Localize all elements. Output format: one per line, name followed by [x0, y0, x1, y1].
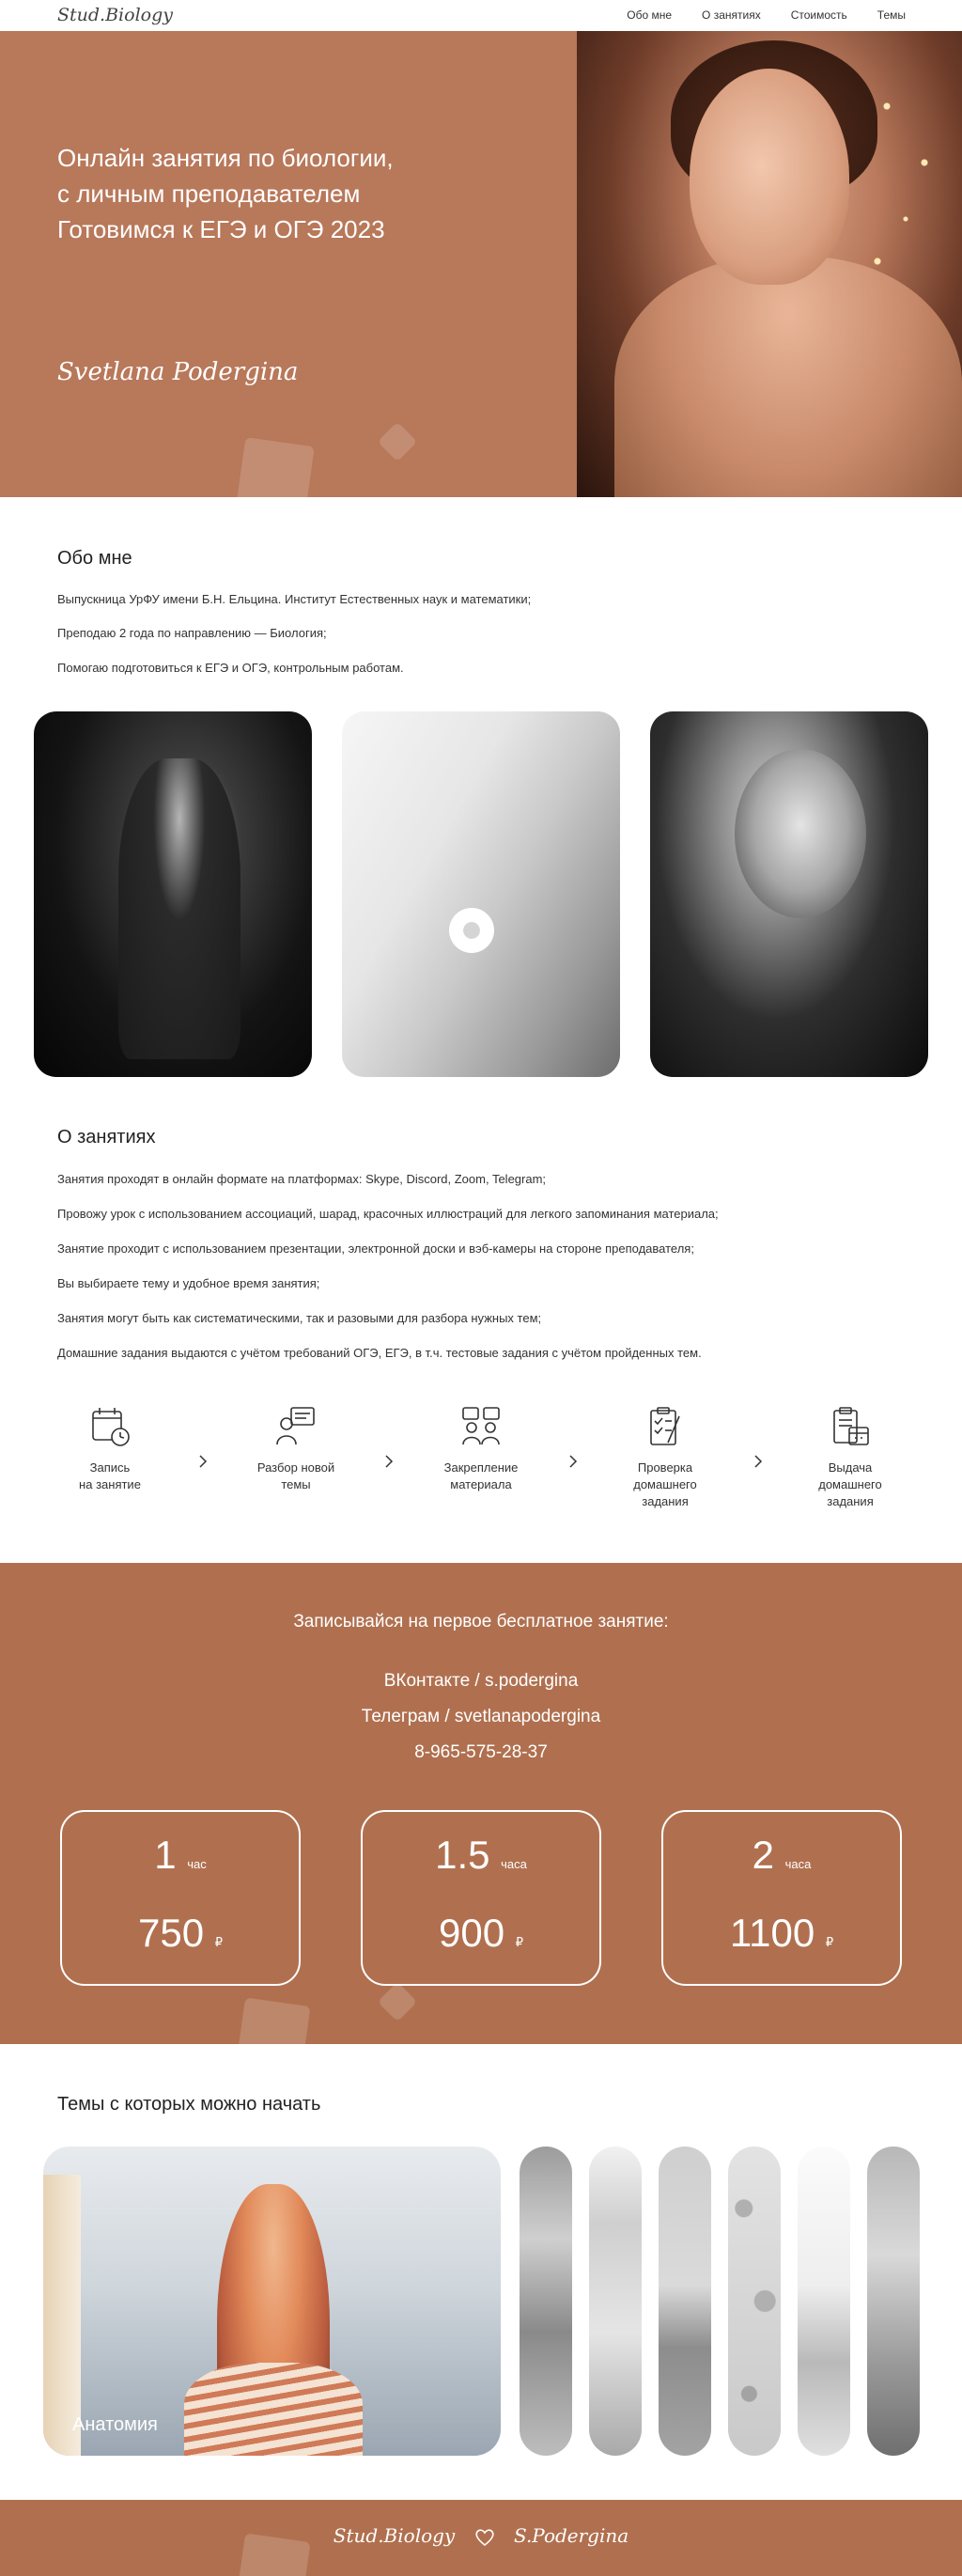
price-duration: 1.5: [435, 1833, 490, 1877]
discussion-icon: [462, 1407, 500, 1445]
calendar-clock-icon: [92, 1408, 130, 1446]
footer-author: S.Podergina: [513, 2524, 629, 2547]
heart-icon: [474, 2528, 494, 2546]
main-menu: Обо мне О занятиях Стоимость Темы: [627, 8, 906, 22]
ruble-sign: ₽: [214, 1935, 224, 1949]
footer-signature: Stud.Biology S.Podergina: [0, 2524, 962, 2547]
menu-item-about[interactable]: Обо мне: [627, 8, 672, 22]
price-card-2h[interactable]: 2 часа 1100 ₽: [661, 1810, 902, 1986]
contact-title: Записывайся на первое бесплатное занятие…: [293, 1612, 669, 1631]
topic-card-collapsed[interactable]: [867, 2147, 920, 2456]
decor-diamond: [377, 1981, 418, 2022]
topics-title: Темы с которых можно начать: [57, 2094, 321, 2115]
topic-card-collapsed[interactable]: [659, 2147, 711, 2456]
homework-icon: [833, 1407, 869, 1445]
decor-square: [236, 437, 315, 497]
topic-card-collapsed[interactable]: [520, 2147, 572, 2456]
price-amount: 900: [438, 1911, 505, 1955]
about-line: Преподаю 2 года по направлению — Биологи…: [57, 626, 327, 640]
lessons-line: Провожу урок с использованием ассоциаций…: [57, 1207, 719, 1221]
contact-phone[interactable]: 8-965-575-28-37: [0, 1742, 962, 1763]
chevron-right-icon: [569, 1455, 578, 1468]
menu-item-price[interactable]: Стоимость: [791, 8, 847, 22]
about-photo-1: [34, 711, 312, 1077]
lessons-line: Вы выбираете тему и удобное время заняти…: [57, 1276, 320, 1290]
step-give-homework: Выдача домашнего задания: [789, 1405, 911, 1510]
step-label: задания: [642, 1494, 689, 1508]
ruble-sign: ₽: [515, 1935, 524, 1949]
footer: Stud.Biology S.Podergina: [0, 2500, 962, 2576]
price-duration-unit: часа: [784, 1857, 812, 1871]
step-label: темы: [281, 1477, 311, 1491]
hero-signature: Svetlana Podergina: [57, 358, 299, 386]
step-signup: Запись на занятие: [49, 1405, 171, 1493]
contact-telegram-link[interactable]: Телеграм / svetlanapodergina: [0, 1707, 962, 1727]
about-line: Помогаю подготовиться к ЕГЭ и ОГЭ, контр…: [57, 661, 404, 675]
hero-banner: Онлайн занятия по биологии, с личным пре…: [0, 31, 962, 497]
hero-portrait-photo: [577, 31, 962, 497]
about-line: Выпускница УрФУ имени Б.Н. Ельцина. Инст…: [57, 592, 532, 606]
chevron-right-icon: [754, 1455, 763, 1468]
footer-logo: Stud.Biology: [333, 2524, 456, 2547]
step-label: Разбор новой: [256, 1460, 335, 1475]
decor-square: [236, 1997, 311, 2044]
chevron-right-icon: [199, 1455, 208, 1468]
topic-card-collapsed[interactable]: [728, 2147, 781, 2456]
step-label: Запись: [89, 1460, 131, 1475]
price-duration: 1: [154, 1833, 177, 1877]
contact-section: Записывайся на первое бесплатное занятие…: [0, 1563, 962, 2044]
step-label: Проверка: [637, 1460, 693, 1475]
menu-item-topics[interactable]: Темы: [877, 8, 906, 22]
step-check-homework: Проверка домашнего задания: [604, 1405, 726, 1510]
step-label: домашнего: [633, 1477, 697, 1491]
ruble-sign: ₽: [825, 1935, 834, 1949]
step-reinforce: Закрепление материала: [420, 1405, 542, 1493]
step-label: Выдача: [828, 1460, 873, 1475]
contact-vk-link[interactable]: ВКонтакте / s.podergina: [0, 1671, 962, 1692]
topic-label: Анатомия: [72, 2414, 158, 2435]
chevron-right-icon: [385, 1455, 394, 1468]
step-label: материала: [450, 1477, 512, 1491]
step-label: Закрепление: [443, 1460, 519, 1475]
price-amount: 750: [137, 1911, 205, 1955]
lessons-line: Домашние задания выдаются с учётом требо…: [57, 1346, 702, 1360]
topic-card-collapsed[interactable]: [798, 2147, 850, 2456]
about-photo-2: [342, 711, 620, 1077]
price-duration-unit: часа: [501, 1857, 527, 1871]
decor-diamond: [377, 421, 418, 462]
lessons-line: Занятия проходят в онлайн формате на пла…: [57, 1172, 547, 1186]
topic-card-collapsed[interactable]: [589, 2147, 642, 2456]
checklist-icon: [650, 1407, 680, 1445]
lessons-title: О занятиях: [57, 1127, 156, 1147]
top-nav: Stud.Biology Обо мне О занятиях Стоимост…: [0, 0, 962, 31]
step-label: задания: [827, 1494, 874, 1508]
price-amount: 1100: [729, 1911, 815, 1955]
topic-card-anatomy[interactable]: Анатомия: [43, 2147, 501, 2456]
step-label: домашнего: [818, 1477, 882, 1491]
hero-title-line: Онлайн занятия по биологии,: [57, 144, 394, 172]
lessons-line: Занятие проходит с использованием презен…: [57, 1241, 694, 1256]
step-new-topic: Разбор новой темы: [235, 1405, 357, 1493]
lessons-line: Занятия могут быть как систематическими,…: [57, 1311, 542, 1325]
hero-title-line: с личным преподавателем: [57, 180, 361, 208]
about-photo-3: [650, 711, 928, 1077]
hero-title: Онлайн занятия по биологии, с личным пре…: [57, 140, 394, 247]
about-title: Обо мне: [57, 548, 132, 569]
price-duration-unit: час: [187, 1857, 207, 1871]
teacher-board-icon: [276, 1407, 315, 1445]
site-logo[interactable]: Stud.Biology: [57, 5, 173, 25]
price-duration: 2: [752, 1833, 774, 1877]
price-card-1h[interactable]: 1 час 750 ₽: [60, 1810, 301, 1986]
step-label: на занятие: [79, 1477, 141, 1491]
menu-item-lessons[interactable]: О занятиях: [702, 8, 761, 22]
price-card-1-5h[interactable]: 1.5 часа 900 ₽: [361, 1810, 601, 1986]
hero-title-line: Готовимся к ЕГЭ и ОГЭ 2023: [57, 215, 385, 243]
